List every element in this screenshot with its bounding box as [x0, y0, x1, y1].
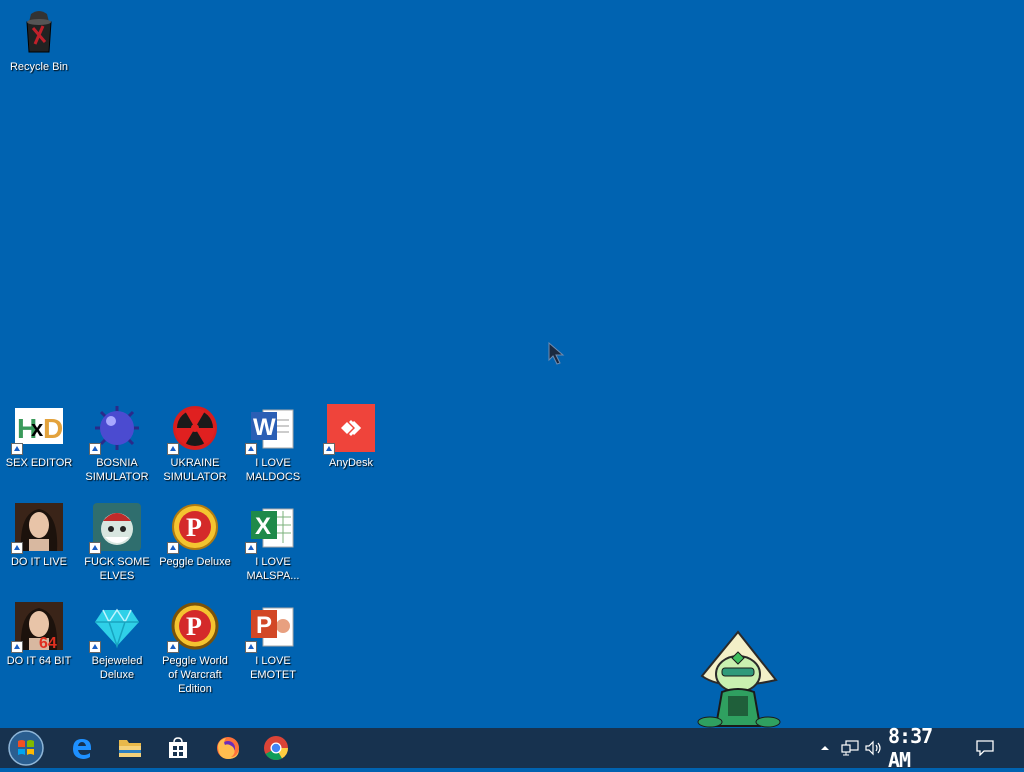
tray-network[interactable] [838, 728, 862, 768]
desktop-icon-bosnia-simulator[interactable]: BOSNIA SIMULATOR [78, 404, 156, 484]
icon-label: DO IT 64 BIT [6, 655, 72, 667]
peggle-wow-icon: P [167, 602, 219, 653]
santa-game-icon [89, 503, 141, 554]
desktop-icon-peggle-deluxe[interactable]: P Peggle Deluxe [156, 503, 234, 569]
taskbar-edge-button[interactable] [66, 732, 98, 764]
desktop-icon-i-love-emotet[interactable]: P I LOVE EMOTET [234, 602, 312, 682]
shortcut-arrow-icon [11, 443, 23, 455]
firefox-icon [217, 737, 239, 759]
icon-label: UKRAINE SIMULATOR [163, 457, 227, 483]
desktop-icon-recycle-bin[interactable]: Recycle Bin [0, 8, 78, 74]
desktop-icon-do-it-live[interactable]: DO IT LIVE [0, 503, 78, 569]
shortcut-arrow-icon [89, 641, 101, 653]
desktop-icon-anydesk[interactable]: AnyDesk [312, 404, 390, 470]
store-icon [169, 737, 187, 758]
recycle-bin-icon [15, 8, 63, 56]
desktop-icon-bejeweled[interactable]: Bejeweled Deluxe [78, 602, 156, 682]
shortcut-arrow-icon [11, 641, 23, 653]
hxd-hex-editor-icon: H x D [11, 404, 63, 455]
file-explorer-icon [119, 740, 141, 757]
notification-icon [976, 740, 994, 756]
desktop-mascot-character [694, 630, 790, 733]
shortcut-arrow-icon [167, 443, 179, 455]
powerpoint-document-icon: P [245, 602, 297, 653]
shortcut-arrow-icon [245, 542, 257, 554]
start-orb-icon [8, 730, 44, 766]
desktop-icon-peggle-wow[interactable]: P Peggle World of Warcraft Edition [156, 602, 234, 696]
taskbar-clock[interactable]: 8:37 AM [888, 724, 960, 772]
shortcut-arrow-icon [89, 542, 101, 554]
taskbar-firefox-button[interactable] [212, 732, 244, 764]
svg-text:P: P [256, 612, 272, 639]
desktop-icon-ukraine-simulator[interactable]: UKRAINE SIMULATOR [156, 404, 234, 484]
tray-show-hidden-icons[interactable] [816, 728, 834, 768]
icon-label: Peggle World of Warcraft Edition [162, 655, 228, 695]
icon-label: I LOVE EMOTET [250, 655, 296, 681]
tray-action-center[interactable] [970, 728, 1000, 768]
mouse-cursor-icon [548, 341, 568, 371]
shortcut-arrow-icon [89, 443, 101, 455]
icon-label: Peggle Deluxe [159, 556, 231, 568]
taskbar-file-explorer-button[interactable] [114, 732, 146, 764]
icon-label: Bejeweled Deluxe [91, 655, 143, 681]
shortcut-arrow-icon [323, 443, 335, 455]
portrait-icon [11, 503, 63, 554]
anydesk-icon [323, 404, 375, 455]
desktop-icon-do-it-64-bit[interactable]: 64 DO IT 64 BIT [0, 602, 78, 668]
desktop-icon-elves[interactable]: FUCK SOME ELVES [78, 503, 156, 583]
svg-text:W: W [253, 414, 276, 441]
icon-label: I LOVE MALDOCS [245, 457, 301, 483]
svg-text:X: X [255, 513, 271, 540]
radiation-icon [167, 404, 219, 455]
shortcut-arrow-icon [11, 542, 23, 554]
desktop-icon-sex-editor[interactable]: H x D SEX EDITOR [0, 404, 78, 470]
icon-label: DO IT LIVE [10, 556, 68, 568]
taskbar-store-button[interactable] [162, 732, 194, 764]
shortcut-arrow-icon [245, 641, 257, 653]
icon-label: SEX EDITOR [5, 457, 73, 469]
word-document-icon: W [245, 404, 297, 455]
tray-volume[interactable] [862, 728, 886, 768]
taskbar-chrome-button[interactable] [260, 732, 292, 764]
svg-text:P: P [186, 513, 202, 542]
portrait-64-icon: 64 [11, 602, 63, 653]
chrome-icon [264, 736, 288, 761]
excel-document-icon: X [245, 503, 297, 554]
peggle-icon: P [167, 503, 219, 554]
taskbar: 8:37 AM [0, 724, 1024, 772]
desktop: Recycle Bin H x D SEX EDITOR BOSNIA SIMU… [0, 0, 1024, 728]
svg-text:D: D [43, 413, 63, 444]
shortcut-arrow-icon [245, 443, 257, 455]
desktop-icon-i-love-maldocs[interactable]: W I LOVE MALDOCS [234, 404, 312, 484]
icon-label: AnyDesk [328, 457, 374, 469]
shortcut-arrow-icon [167, 542, 179, 554]
desktop-icon-i-love-malspa[interactable]: X I LOVE MALSPA... [234, 503, 312, 583]
svg-text:P: P [186, 612, 202, 641]
icon-label: I LOVE MALSPA... [246, 556, 300, 582]
svg-text:64: 64 [39, 635, 57, 650]
bejeweled-gem-icon [89, 602, 141, 653]
icon-label: FUCK SOME ELVES [84, 556, 150, 582]
network-icon [841, 740, 859, 756]
speaker-volume-icon [865, 740, 881, 756]
edge-icon [73, 739, 91, 759]
minesweeper-mine-icon [89, 404, 141, 455]
icon-label: Recycle Bin [9, 61, 69, 73]
start-button[interactable] [8, 730, 44, 766]
chevron-up-icon [821, 746, 829, 750]
shortcut-arrow-icon [167, 641, 179, 653]
icon-label: BOSNIA SIMULATOR [85, 457, 149, 483]
